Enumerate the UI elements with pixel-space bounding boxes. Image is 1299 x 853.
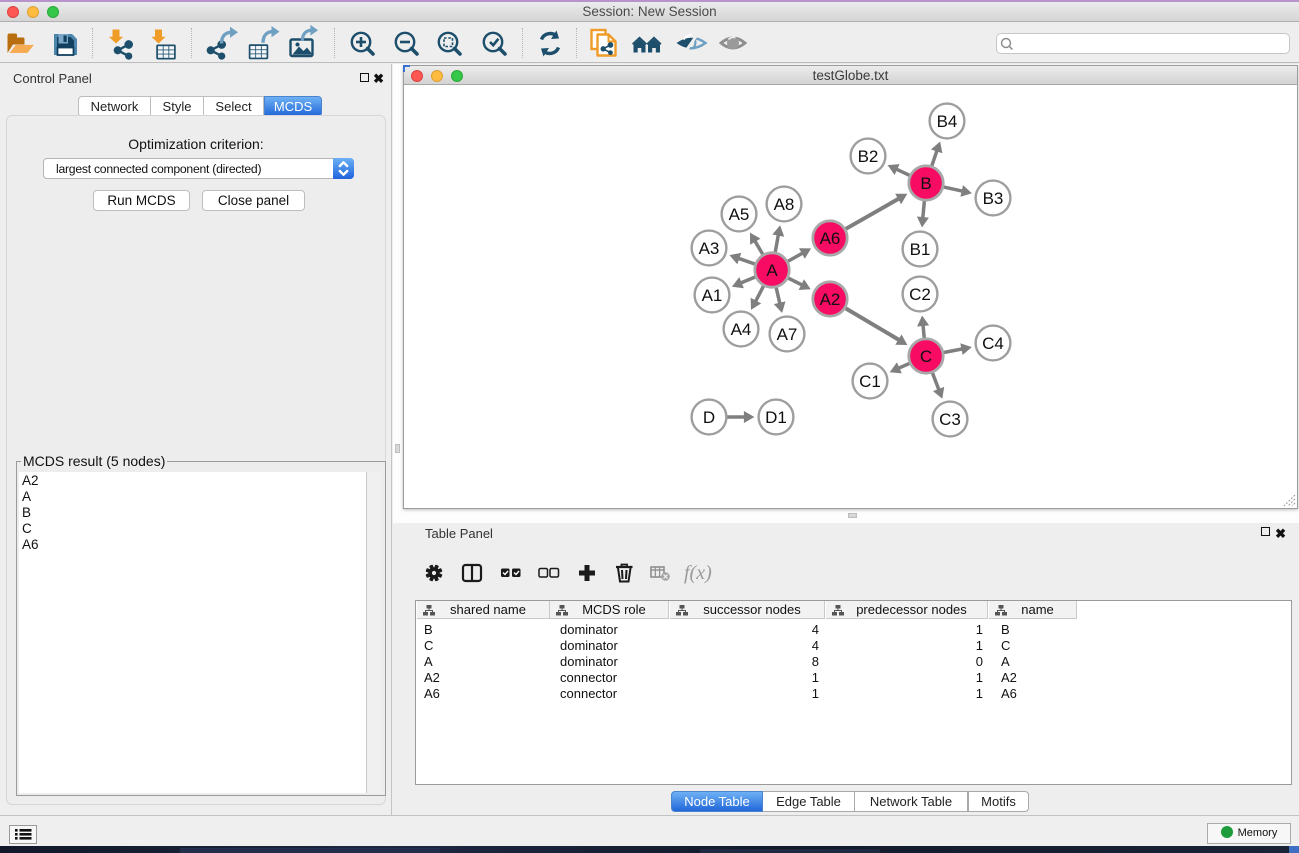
svg-text:A3: A3 (699, 239, 720, 258)
svg-text:A2: A2 (820, 290, 841, 309)
svg-text:D1: D1 (765, 408, 787, 427)
svg-text:B: B (920, 174, 931, 193)
svg-text:A5: A5 (729, 205, 750, 224)
svg-text:C4: C4 (982, 334, 1004, 353)
svg-text:A8: A8 (774, 195, 795, 214)
svg-text:D: D (703, 408, 715, 427)
svg-text:A4: A4 (731, 320, 752, 339)
svg-text:A7: A7 (777, 325, 798, 344)
svg-text:A: A (766, 261, 778, 280)
svg-text:C1: C1 (859, 372, 881, 391)
svg-text:C3: C3 (939, 410, 961, 429)
svg-text:C2: C2 (909, 285, 931, 304)
svg-text:A1: A1 (702, 286, 723, 305)
svg-text:B2: B2 (858, 147, 879, 166)
svg-text:B1: B1 (910, 240, 931, 259)
svg-text:B3: B3 (983, 189, 1004, 208)
svg-text:C: C (920, 347, 932, 366)
svg-text:A6: A6 (820, 229, 841, 248)
svg-text:B4: B4 (937, 112, 958, 131)
